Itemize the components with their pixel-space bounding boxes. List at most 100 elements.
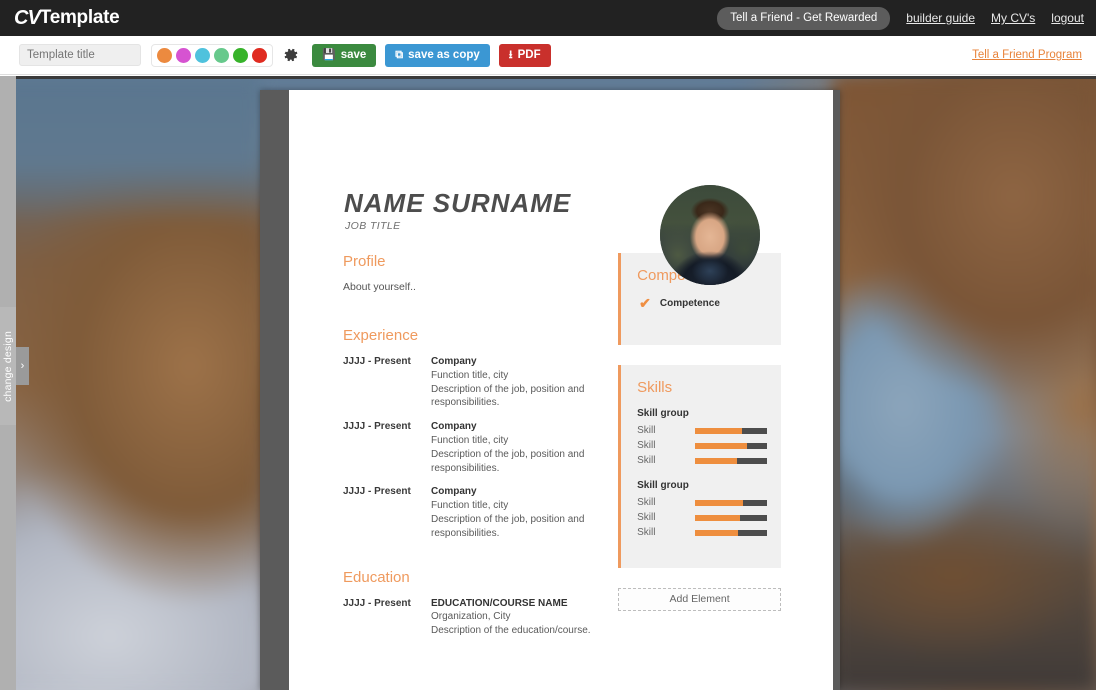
chevron-right-icon[interactable]: › <box>16 347 29 385</box>
entry-sub: Organization, City <box>431 610 600 624</box>
education-section: Education JJJJ - Present EDUCATION/COURS… <box>343 569 600 638</box>
skill-group-name[interactable]: Skill group <box>637 408 767 419</box>
stage-top-divider <box>0 76 1096 79</box>
save-button[interactable]: 💾 save <box>312 44 376 67</box>
copy-icon: ⧉ <box>395 50 403 61</box>
background-photo-left <box>0 76 260 690</box>
editor-stage: NAME SURNAME JOB TITLE Profile About you… <box>0 76 1096 690</box>
experience-entry[interactable]: JJJJ - Present Company Function title, c… <box>343 485 600 540</box>
profile-heading[interactable]: Profile <box>343 253 600 270</box>
skill-bar-fill <box>695 530 738 536</box>
editor-toolbar: 💾 save ⧉ save as copy ⭳ PDF Tell a Frien… <box>0 36 1096 75</box>
cv-body: Profile About yourself.. Experience JJJJ… <box>317 253 805 648</box>
education-entry[interactable]: JJJJ - Present EDUCATION/COURSE NAME Org… <box>343 597 600 638</box>
entry-desc: Description of the job, position and res… <box>431 513 600 541</box>
skills-card[interactable]: Skills Skill group Skill Skill Skill <box>618 365 781 568</box>
skill-rows: Skill Skill Skill <box>637 497 767 538</box>
logo-template-text: Template <box>40 7 120 29</box>
save-as-copy-label: save as copy <box>408 49 480 61</box>
swatch-magenta[interactable] <box>176 48 191 63</box>
skill-bar[interactable] <box>695 530 767 536</box>
entry-date: JJJJ - Present <box>343 355 431 410</box>
nav-link-my-cvs[interactable]: My CV's <box>991 11 1035 25</box>
add-element-button[interactable]: Add Element <box>618 588 781 611</box>
save-as-copy-button[interactable]: ⧉ save as copy <box>385 44 489 67</box>
tell-a-friend-button[interactable]: Tell a Friend - Get Rewarded <box>717 7 890 30</box>
entry-sub: Function title, city <box>431 499 600 513</box>
avatar[interactable] <box>660 185 760 285</box>
skill-bar-fill <box>695 515 740 521</box>
top-navigation-bar: CVTemplate Tell a Friend - Get Rewarded … <box>0 0 1096 36</box>
skill-label: Skill <box>637 527 695 538</box>
entry-main: Company Function title, city Description… <box>431 355 600 410</box>
swatch-mint[interactable] <box>214 48 229 63</box>
check-icon: ✔ <box>639 296 651 310</box>
entry-date: JJJJ - Present <box>343 485 431 540</box>
entry-org: Company <box>431 355 600 369</box>
skill-row[interactable]: Skill <box>637 512 767 523</box>
skill-bar[interactable] <box>695 515 767 521</box>
profile-text[interactable]: About yourself.. <box>343 281 600 293</box>
top-nav-links: Tell a Friend - Get Rewarded builder gui… <box>717 7 1084 30</box>
swatch-cyan[interactable] <box>195 48 210 63</box>
cv-job-title[interactable]: JOB TITLE <box>345 220 401 232</box>
swatch-red[interactable] <box>252 48 267 63</box>
background-photo-right <box>833 76 1096 690</box>
app-logo[interactable]: CVTemplate <box>14 7 119 30</box>
nav-link-builder-guide[interactable]: builder guide <box>906 11 975 25</box>
experience-heading[interactable]: Experience <box>343 327 600 344</box>
skill-group-name[interactable]: Skill group <box>637 480 767 491</box>
entry-sub: Function title, city <box>431 369 600 383</box>
change-design-label: change design <box>2 331 14 402</box>
skill-row[interactable]: Skill <box>637 497 767 508</box>
entry-main: Company Function title, city Description… <box>431 485 600 540</box>
template-title-input[interactable] <box>19 44 141 66</box>
experience-section: Experience JJJJ - Present Company Functi… <box>343 327 600 541</box>
entry-main: EDUCATION/COURSE NAME Organization, City… <box>431 597 600 638</box>
skill-bar[interactable] <box>695 443 767 449</box>
skill-row[interactable]: Skill <box>637 425 767 436</box>
skill-label: Skill <box>637 425 695 436</box>
skill-bar-fill <box>695 458 737 464</box>
entry-date: JJJJ - Present <box>343 420 431 475</box>
cv-right-column: Competences ✔ Competence Skills Skill gr… <box>618 253 781 648</box>
skill-row[interactable]: Skill <box>637 440 767 451</box>
skill-label: Skill <box>637 497 695 508</box>
entry-org: Company <box>431 420 600 434</box>
cv-document-page[interactable]: NAME SURNAME JOB TITLE Profile About you… <box>289 90 833 690</box>
gear-icon[interactable] <box>283 47 299 63</box>
entry-org: EDUCATION/COURSE NAME <box>431 597 600 611</box>
swatch-orange[interactable] <box>157 48 172 63</box>
skill-row[interactable]: Skill <box>637 455 767 466</box>
skill-row[interactable]: Skill <box>637 527 767 538</box>
change-design-tab[interactable]: change design <box>0 307 16 425</box>
skill-bar[interactable] <box>695 428 767 434</box>
skill-bar-fill <box>695 428 742 434</box>
education-heading[interactable]: Education <box>343 569 600 586</box>
swatch-green[interactable] <box>233 48 248 63</box>
floppy-disk-icon: 💾 <box>322 50 336 61</box>
competence-item[interactable]: ✔ Competence <box>637 296 767 310</box>
cv-name[interactable]: NAME SURNAME <box>344 188 571 219</box>
download-icon: ⭳ <box>509 50 513 61</box>
skill-bar[interactable] <box>695 458 767 464</box>
skill-bar-fill <box>695 443 747 449</box>
experience-entry[interactable]: JJJJ - Present Company Function title, c… <box>343 355 600 410</box>
experience-entry[interactable]: JJJJ - Present Company Function title, c… <box>343 420 600 475</box>
tell-a-friend-program-link[interactable]: Tell a Friend Program <box>972 49 1082 61</box>
nav-link-logout[interactable]: logout <box>1051 11 1084 25</box>
skill-bar-fill <box>695 500 743 506</box>
skill-label: Skill <box>637 512 695 523</box>
skill-bar[interactable] <box>695 500 767 506</box>
skills-heading[interactable]: Skills <box>637 379 767 396</box>
entry-sub: Function title, city <box>431 434 600 448</box>
profile-photo <box>660 185 760 285</box>
cv-header: NAME SURNAME JOB TITLE <box>317 128 805 253</box>
pdf-button-label: PDF <box>518 49 541 61</box>
color-swatch-picker[interactable] <box>151 44 273 67</box>
entry-main: Company Function title, city Description… <box>431 420 600 475</box>
skill-rows: Skill Skill Skill <box>637 425 767 466</box>
entry-org: Company <box>431 485 600 499</box>
entry-desc: Description of the job, position and res… <box>431 448 600 476</box>
pdf-button[interactable]: ⭳ PDF <box>499 44 551 67</box>
